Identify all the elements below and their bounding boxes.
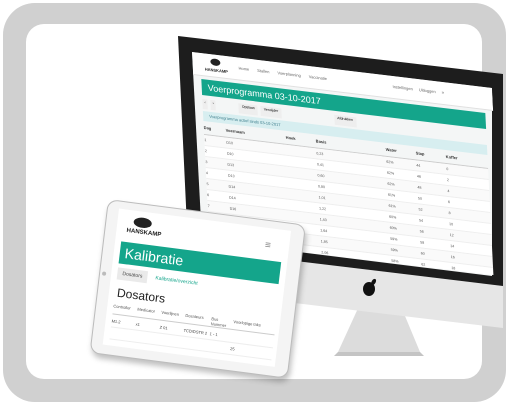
table-cell: 8 xyxy=(448,211,451,216)
tablet-brand: HANSKAMP xyxy=(126,227,162,239)
table-cell: 58 xyxy=(420,240,425,245)
table-cell: 50 xyxy=(417,196,423,201)
table-cell: 4 xyxy=(205,170,209,176)
next-page-button[interactable]: › xyxy=(210,99,217,111)
table-cell xyxy=(287,172,317,176)
logout-link[interactable]: Uitloggen xyxy=(419,87,436,94)
menu-icon[interactable]: ≡ xyxy=(442,90,445,95)
table-cell: 2 xyxy=(446,178,449,183)
table-cell: 1 xyxy=(204,137,207,143)
col-dosateurs: Dosateurs xyxy=(185,312,204,321)
nav-item-vaccinatie[interactable]: Vaccinatie xyxy=(309,74,327,81)
table-cell: 44 xyxy=(416,163,421,168)
tab-calibration-overview[interactable]: Kalibratie/overzicht xyxy=(153,272,201,290)
table-cell: 54 xyxy=(419,218,424,223)
tablet-table-cell: 1 - 1 xyxy=(209,331,218,338)
table-cell: 52 xyxy=(418,207,423,212)
settings-link[interactable]: Instellingen xyxy=(392,84,413,91)
table-cell: 60 xyxy=(420,251,425,256)
table-cell: 60% xyxy=(389,225,397,231)
tablet-page-title: Kalibratie xyxy=(123,244,185,269)
tablet-logo-icon xyxy=(133,216,153,229)
table-cell: 14 xyxy=(450,244,455,249)
col-feedlines: Voerlijnen xyxy=(161,309,180,317)
tablet-table-cell: 25 xyxy=(229,345,235,352)
table-cell: 56 xyxy=(419,229,424,234)
col-medicator: Medicator xyxy=(137,306,156,314)
table-cell: 59% xyxy=(390,247,399,253)
table-cell: 3 xyxy=(205,159,208,165)
nav-item-home[interactable]: Home xyxy=(238,66,249,72)
nav-item-stallen[interactable]: Stallen xyxy=(257,68,269,74)
tab-dosators[interactable]: Dosators xyxy=(116,267,149,284)
tablet-section-title: Dosators xyxy=(116,285,166,306)
table-cell: 7 xyxy=(207,203,210,209)
table-cell: 61% xyxy=(388,203,396,209)
table-cell: 4 xyxy=(447,189,450,194)
tablet-table-cell: M1.2 xyxy=(111,318,121,325)
tablet-menu-icon[interactable]: ≡ xyxy=(264,240,271,252)
table-cell xyxy=(288,183,318,187)
col-bus-number: Bus Nummer xyxy=(210,316,227,329)
table-cell: 12 xyxy=(449,233,454,238)
table-cell: 0 xyxy=(446,167,449,172)
delete-button[interactable]: Verwijder xyxy=(260,105,282,119)
hanskamp-logo-icon xyxy=(210,58,221,67)
tablet-table-cell xyxy=(232,336,272,341)
table-cell xyxy=(289,194,319,198)
table-cell xyxy=(287,161,317,165)
tablet-table-cell xyxy=(208,346,230,349)
print-button[interactable]: Afdrukken xyxy=(334,114,357,128)
table-cell: 62% xyxy=(386,170,395,176)
table-cell: 59% xyxy=(390,236,398,242)
col-controller: Controller xyxy=(113,303,132,311)
tablet-table-cell xyxy=(110,333,134,336)
table-cell: 2 xyxy=(204,148,207,154)
save-button[interactable]: Opslaan xyxy=(238,103,259,116)
table-cell: 5 xyxy=(206,181,209,187)
desktop-nav: Home Stallen Voerplanning Vaccinatie xyxy=(238,66,327,82)
table-cell xyxy=(290,216,320,220)
tablet-table-cell xyxy=(158,339,182,342)
header-right: Instellingen Uitloggen ≡ xyxy=(392,84,444,95)
table-cell: 46 xyxy=(416,174,421,179)
tablet-table-cell: x1 xyxy=(135,321,141,328)
table-cell xyxy=(286,150,316,154)
table-cell: 6 xyxy=(447,200,451,205)
tablet-table-cell: TCD/DSTR 2 xyxy=(183,327,208,336)
table-cell: 60% xyxy=(389,214,397,220)
table-cell: 6 xyxy=(207,192,210,198)
table-cell: 48 xyxy=(417,185,422,190)
tablet-table-cell xyxy=(182,342,208,345)
table-cell: 62% xyxy=(386,159,394,165)
tablet-device: HANSKAMP ≡ Kalibratie Dosators Kalibrati… xyxy=(85,199,318,418)
table-cell: 62% xyxy=(387,181,395,187)
prev-page-button[interactable]: ‹ xyxy=(202,98,208,110)
tablet-screen: HANSKAMP ≡ Kalibratie Dosators Kalibrati… xyxy=(102,208,292,367)
tablet-table-cell: Z 01 xyxy=(159,324,168,331)
table-cell: 16 xyxy=(450,255,455,260)
tablet-table-cell xyxy=(134,336,158,339)
nav-item-voerplanning[interactable]: Voerplanning xyxy=(277,70,301,78)
desktop-brand: HANSKAMP xyxy=(204,66,229,75)
table-cell: 61% xyxy=(387,192,396,198)
table-cell xyxy=(289,205,319,209)
table-cell: 10 xyxy=(449,222,454,227)
